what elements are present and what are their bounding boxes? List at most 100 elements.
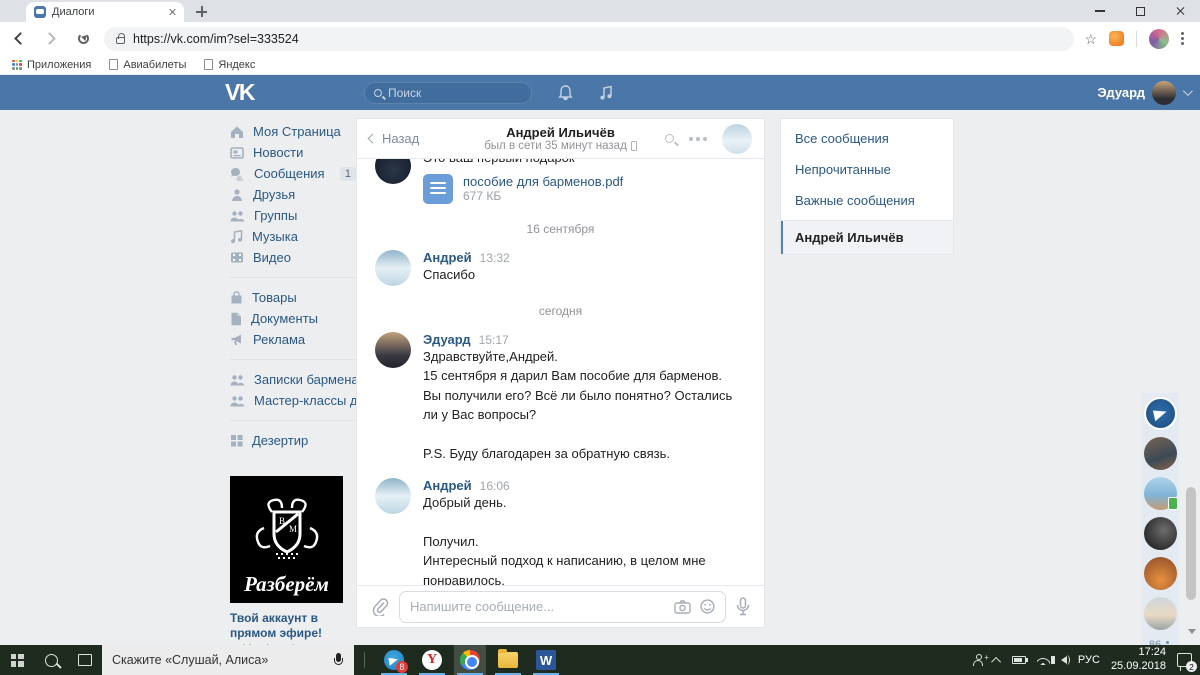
- vk-search-box[interactable]: [363, 81, 532, 104]
- sidebar-ad[interactable]: В М Разберём Твой аккаунт в прямом эфире…: [230, 476, 343, 656]
- back-to-dialogs-button[interactable]: Назад: [367, 131, 459, 146]
- message-author[interactable]: Андрей: [423, 250, 472, 265]
- back-label: Назад: [382, 131, 420, 146]
- reload-button[interactable]: [70, 26, 96, 52]
- sidebar-item-label: Друзья: [253, 187, 296, 202]
- friend-avatar[interactable]: [1143, 557, 1177, 590]
- taskbar-app-telegram[interactable]: 8: [378, 645, 410, 675]
- notifications-bell-icon[interactable]: [558, 84, 573, 101]
- bookmark-label: Яндекс: [218, 58, 256, 71]
- vk-user-menu[interactable]: Эдуард: [1097, 75, 1193, 110]
- telegram-chat-avatar[interactable]: [1143, 397, 1177, 430]
- friend-avatar[interactable]: [1143, 437, 1177, 470]
- sidebar-item-messages[interactable]: Сообщения 1: [230, 163, 356, 184]
- language-indicator[interactable]: РУС: [1078, 654, 1100, 666]
- chat-title[interactable]: Андрей Ильичёв: [459, 125, 662, 140]
- taskbar-app-chrome[interactable]: [454, 645, 486, 675]
- action-center-icon[interactable]: 2: [1177, 653, 1197, 672]
- window-minimize-button[interactable]: [1080, 0, 1120, 22]
- chat-search-icon[interactable]: [665, 134, 674, 143]
- new-tab-button[interactable]: [196, 6, 207, 17]
- home-icon: [231, 126, 243, 138]
- bookmark-yandex[interactable]: Яндекс: [204, 59, 255, 71]
- forward-button[interactable]: [38, 26, 64, 52]
- alice-mic-icon[interactable]: [333, 652, 344, 668]
- back-button[interactable]: [6, 26, 32, 52]
- sidebar-item-documents[interactable]: Документы: [230, 308, 356, 329]
- sidebar-item-app-dezertir[interactable]: Дезертир: [230, 430, 356, 451]
- filter-unread[interactable]: Непрочитанные: [781, 154, 953, 185]
- ad-image[interactable]: В М Разберём: [230, 476, 343, 603]
- attach-icon[interactable]: [371, 597, 389, 616]
- sidebar-item-groups[interactable]: Группы: [230, 205, 356, 226]
- friend-avatar-mobile-online[interactable]: [1143, 477, 1178, 510]
- sidebar-item-my-page[interactable]: Моя Страница: [230, 121, 356, 142]
- avatar[interactable]: [375, 477, 411, 514]
- camera-icon[interactable]: [674, 599, 691, 614]
- avatar[interactable]: [375, 331, 411, 368]
- window-close-button[interactable]: [1160, 0, 1200, 22]
- message-time: 16:06: [479, 478, 510, 493]
- avatar[interactable]: [375, 249, 411, 286]
- start-button[interactable]: [0, 645, 34, 675]
- sidebar-item-friends[interactable]: Друзья: [230, 184, 356, 205]
- extension-icon[interactable]: [1109, 31, 1124, 46]
- sidebar-item-label: Моя Страница: [253, 124, 341, 139]
- sidebar-item-group-zapiski[interactable]: Записки бармена..: [230, 369, 356, 390]
- attachment-name[interactable]: пособие для барменов.pdf: [463, 174, 623, 189]
- sidebar-item-music[interactable]: Музыка: [230, 226, 356, 247]
- sidebar-item-market[interactable]: Товары: [230, 287, 356, 308]
- browser-menu-icon[interactable]: [1181, 37, 1184, 40]
- people-icon[interactable]: [972, 653, 989, 666]
- message-author[interactable]: Андрей: [423, 478, 472, 493]
- selected-dialog[interactable]: Андрей Ильичёв: [781, 221, 953, 254]
- taskbar-search-icon[interactable]: [34, 645, 68, 675]
- avatar[interactable]: [375, 159, 411, 184]
- window-maximize-button[interactable]: [1120, 0, 1160, 22]
- message-input-box[interactable]: [399, 590, 726, 623]
- sidebar-item-ads[interactable]: Реклама: [230, 329, 356, 350]
- taskbar-divider: [364, 652, 365, 668]
- friend-avatar[interactable]: [1143, 517, 1177, 550]
- wifi-icon[interactable]: [1036, 655, 1050, 665]
- vk-search-input[interactable]: [387, 85, 508, 100]
- alice-search-input[interactable]: [112, 653, 325, 667]
- clock[interactable]: 17:24 25.09.2018: [1111, 646, 1166, 674]
- tab-close-icon[interactable]: [168, 8, 176, 16]
- bookmark-star-icon[interactable]: ☆: [1084, 32, 1097, 46]
- filter-important[interactable]: Важные сообщения: [781, 185, 953, 216]
- vk-logo[interactable]: VK: [225, 79, 255, 106]
- volume-icon[interactable]: [1050, 655, 1070, 665]
- emoji-icon[interactable]: [700, 599, 715, 614]
- scroll-down-arrow-icon[interactable]: [1188, 629, 1196, 634]
- attachment[interactable]: пособие для барменов.pdf 677 КБ: [423, 173, 746, 204]
- chat-peer-avatar[interactable]: [722, 123, 752, 154]
- music-icon[interactable]: [599, 85, 613, 101]
- address-bar[interactable]: https://vk.com/im?sel=333524: [104, 26, 1075, 51]
- url-text[interactable]: https://vk.com/im?sel=333524: [133, 32, 299, 46]
- taskbar-app-yandex[interactable]: Y: [416, 645, 448, 675]
- filter-all-messages[interactable]: Все сообщения: [781, 123, 953, 154]
- message-author[interactable]: Эдуард: [423, 332, 471, 347]
- sidebar-item-news[interactable]: Новости: [230, 142, 356, 163]
- chat-menu-icon[interactable]: [696, 136, 700, 141]
- sidebar-item-group-master[interactable]: Мастер-классы д..: [230, 390, 356, 411]
- voice-message-icon[interactable]: [736, 597, 750, 616]
- tray-expand-icon[interactable]: [991, 656, 1001, 667]
- browser-profile-avatar[interactable]: [1149, 28, 1169, 49]
- battery-icon[interactable]: [1011, 656, 1029, 664]
- task-view-icon[interactable]: [68, 645, 102, 675]
- ad-title[interactable]: Твой аккаунт в прямом эфире!: [230, 611, 343, 641]
- vk-user-name: Эдуард: [1097, 85, 1145, 100]
- bookmark-avia[interactable]: Авиабилеты: [109, 59, 186, 71]
- page-scrollbar-thumb[interactable]: [1186, 487, 1196, 600]
- bookmark-apps[interactable]: Приложения: [12, 59, 91, 71]
- sidebar-item-video[interactable]: Видео: [230, 247, 356, 268]
- messages-area[interactable]: Это ваш первый подарок пособие для барме…: [357, 159, 764, 585]
- alice-search-box[interactable]: [102, 645, 354, 675]
- message-input[interactable]: [410, 599, 665, 614]
- taskbar-app-explorer[interactable]: [492, 645, 524, 675]
- browser-tab[interactable]: Диалоги: [26, 2, 184, 22]
- friend-avatar[interactable]: [1143, 597, 1177, 630]
- taskbar-app-word[interactable]: W: [530, 645, 562, 675]
